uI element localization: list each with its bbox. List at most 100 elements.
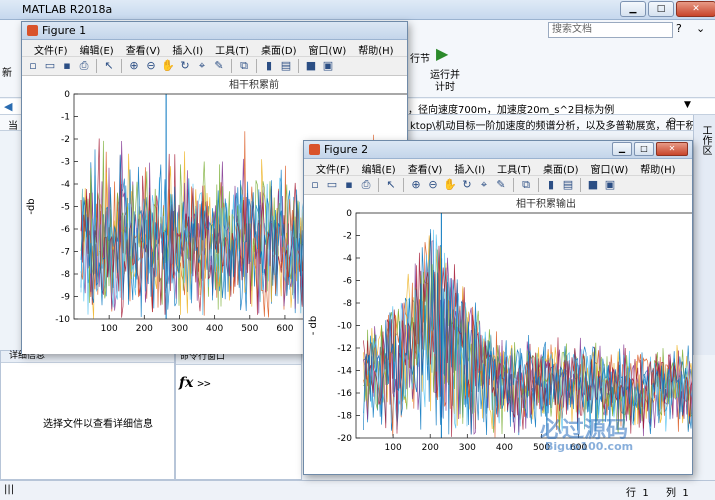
figure1-titlebar[interactable]: Figure 1 <box>22 22 407 40</box>
menu-help[interactable]: 帮助(H) <box>634 159 681 176</box>
legend-icon[interactable]: ▤ <box>279 59 293 73</box>
minimize-button[interactable]: ▁ <box>612 142 632 156</box>
menu-view[interactable]: 查看(V) <box>120 40 167 57</box>
legend-icon[interactable]: ▤ <box>561 178 575 192</box>
matlab-window-controls: ▁ □ ✕ <box>620 1 715 17</box>
menu-insert[interactable]: 插入(I) <box>448 159 491 176</box>
y-tick-label: -6 <box>61 225 70 235</box>
menu-window[interactable]: 窗口(W) <box>303 40 353 57</box>
figure2-titlebar[interactable]: Figure 2 ▁ □ ✕ <box>304 141 692 159</box>
pointer-icon[interactable]: ↖ <box>102 59 116 73</box>
close-button[interactable]: ✕ <box>676 1 715 17</box>
toolbar-separator <box>298 59 299 73</box>
back-arrow-icon[interactable]: ◀ <box>4 100 12 113</box>
new-figure-icon[interactable]: ▫ <box>26 59 40 73</box>
y-tick-label: -8 <box>61 270 70 280</box>
pointer-icon[interactable]: ↖ <box>384 178 398 192</box>
maximize-button[interactable]: □ <box>634 142 654 156</box>
details-panel: 详细信息 选择文件以查看详细信息 <box>0 350 175 480</box>
close-button[interactable]: ✕ <box>656 142 688 156</box>
menu-edit[interactable]: 编辑(E) <box>356 159 402 176</box>
x-tick-label: 200 <box>136 324 153 334</box>
menu-window[interactable]: 窗口(W) <box>585 159 635 176</box>
menu-insert[interactable]: 插入(I) <box>166 40 209 57</box>
chart-title: 相干积累前 <box>229 78 279 91</box>
maximize-button[interactable]: □ <box>648 1 674 17</box>
link-icon[interactable]: ⧉ <box>237 59 251 73</box>
print-icon[interactable]: ⎙ <box>359 178 373 192</box>
colorbar-icon[interactable]: ▮ <box>262 59 276 73</box>
toolbar-separator <box>256 59 257 73</box>
open-file-icon[interactable]: ▭ <box>43 59 57 73</box>
y-tick-label: -20 <box>337 434 352 444</box>
brush-icon[interactable]: ✎ <box>494 178 508 192</box>
run-and-time-label-2[interactable]: 计时 <box>435 78 455 93</box>
x-tick-label: 100 <box>101 324 118 334</box>
minimize-button[interactable]: ▁ <box>620 1 646 17</box>
workspace-label: 工作区 <box>700 125 711 155</box>
open-file-icon[interactable]: ▭ <box>325 178 339 192</box>
menu-tools[interactable]: 工具(T) <box>209 40 255 57</box>
status-bar: ||| 行 1 列 1 <box>0 480 715 500</box>
link-icon[interactable]: ⧉ <box>519 178 533 192</box>
print-icon[interactable]: ⎙ <box>77 59 91 73</box>
run-section-label[interactable]: 行节 <box>410 50 430 65</box>
command-window[interactable]: 命令行窗口 fx >> <box>175 350 302 480</box>
menu-file[interactable]: 文件(F) <box>310 159 356 176</box>
menu-help[interactable]: 帮助(H) <box>352 40 399 57</box>
menu-desktop[interactable]: 桌面(D) <box>255 40 303 57</box>
command-prompt[interactable]: >> <box>197 377 210 390</box>
figure2-window[interactable]: Figure 2 ▁ □ ✕ 文件(F) 编辑(E) 查看(V) 插入(I) 工… <box>303 140 715 475</box>
y-tick-label: -14 <box>337 367 352 377</box>
status-col-value: 1 <box>682 488 689 499</box>
menu-view[interactable]: 查看(V) <box>402 159 449 176</box>
status-col: 列 1 <box>666 484 689 499</box>
workspace-sidebar[interactable]: 工作区 <box>693 115 715 355</box>
x-tick-label: 400 <box>206 324 223 334</box>
documentation-search-input[interactable]: 搜索文档 <box>548 22 673 38</box>
x-tick-label: 100 <box>385 443 402 453</box>
toolbar-separator <box>121 59 122 73</box>
toolbar-separator <box>96 59 97 73</box>
zoom-in-icon[interactable]: ⊕ <box>409 178 423 192</box>
zoom-out-icon[interactable]: ⊖ <box>144 59 158 73</box>
run-and-time-icon[interactable]: ▶ <box>436 44 448 63</box>
save-icon[interactable]: ▪ <box>342 178 356 192</box>
show-tools-icon[interactable]: ▣ <box>321 59 335 73</box>
menu-edit[interactable]: 编辑(E) <box>74 40 120 57</box>
x-tick-label: 300 <box>171 324 188 334</box>
new-figure-icon[interactable]: ▫ <box>308 178 322 192</box>
address-dropdown-icon[interactable]: ▼ <box>684 100 691 110</box>
zoom-in-icon[interactable]: ⊕ <box>127 59 141 73</box>
pan-icon[interactable]: ✋ <box>161 59 175 73</box>
toolbar-separator <box>513 178 514 192</box>
fx-icon[interactable]: fx >> <box>179 375 211 391</box>
matlab-figure-icon <box>309 144 320 155</box>
show-tools-icon[interactable]: ▣ <box>603 178 617 192</box>
zoom-out-icon[interactable]: ⊖ <box>426 178 440 192</box>
data-cursor-icon[interactable]: ⌖ <box>195 59 209 73</box>
save-icon[interactable]: ▪ <box>60 59 74 73</box>
path-close-icon[interactable]: ⊙ <box>668 116 676 127</box>
pan-icon[interactable]: ✋ <box>443 178 457 192</box>
menu-desktop[interactable]: 桌面(D) <box>537 159 585 176</box>
menu-file[interactable]: 文件(F) <box>28 40 74 57</box>
y-tick-label: -18 <box>337 412 352 422</box>
help-icon[interactable]: ? <box>676 22 682 35</box>
menu-tools[interactable]: 工具(T) <box>491 159 537 176</box>
hide-tools-icon[interactable]: ■ <box>586 178 600 192</box>
status-grip-icon: ||| <box>4 484 15 495</box>
hide-tools-icon[interactable]: ■ <box>304 59 318 73</box>
x-tick-label: 200 <box>422 443 439 453</box>
matlab-titlebar: MATLAB R2018a ▁ □ ✕ <box>0 0 715 20</box>
rotate-icon[interactable]: ↻ <box>460 178 474 192</box>
y-tick-label: -4 <box>61 180 70 190</box>
current-folder-stub: 当 <box>8 121 18 132</box>
y-tick-label: -8 <box>343 299 352 309</box>
brush-icon[interactable]: ✎ <box>212 59 226 73</box>
rotate-icon[interactable]: ↻ <box>178 59 192 73</box>
colorbar-icon[interactable]: ▮ <box>544 178 558 192</box>
data-cursor-icon[interactable]: ⌖ <box>477 178 491 192</box>
toolstrip-new-stub[interactable]: 新 <box>2 64 12 79</box>
expand-icon[interactable]: ⌄ <box>696 22 705 35</box>
